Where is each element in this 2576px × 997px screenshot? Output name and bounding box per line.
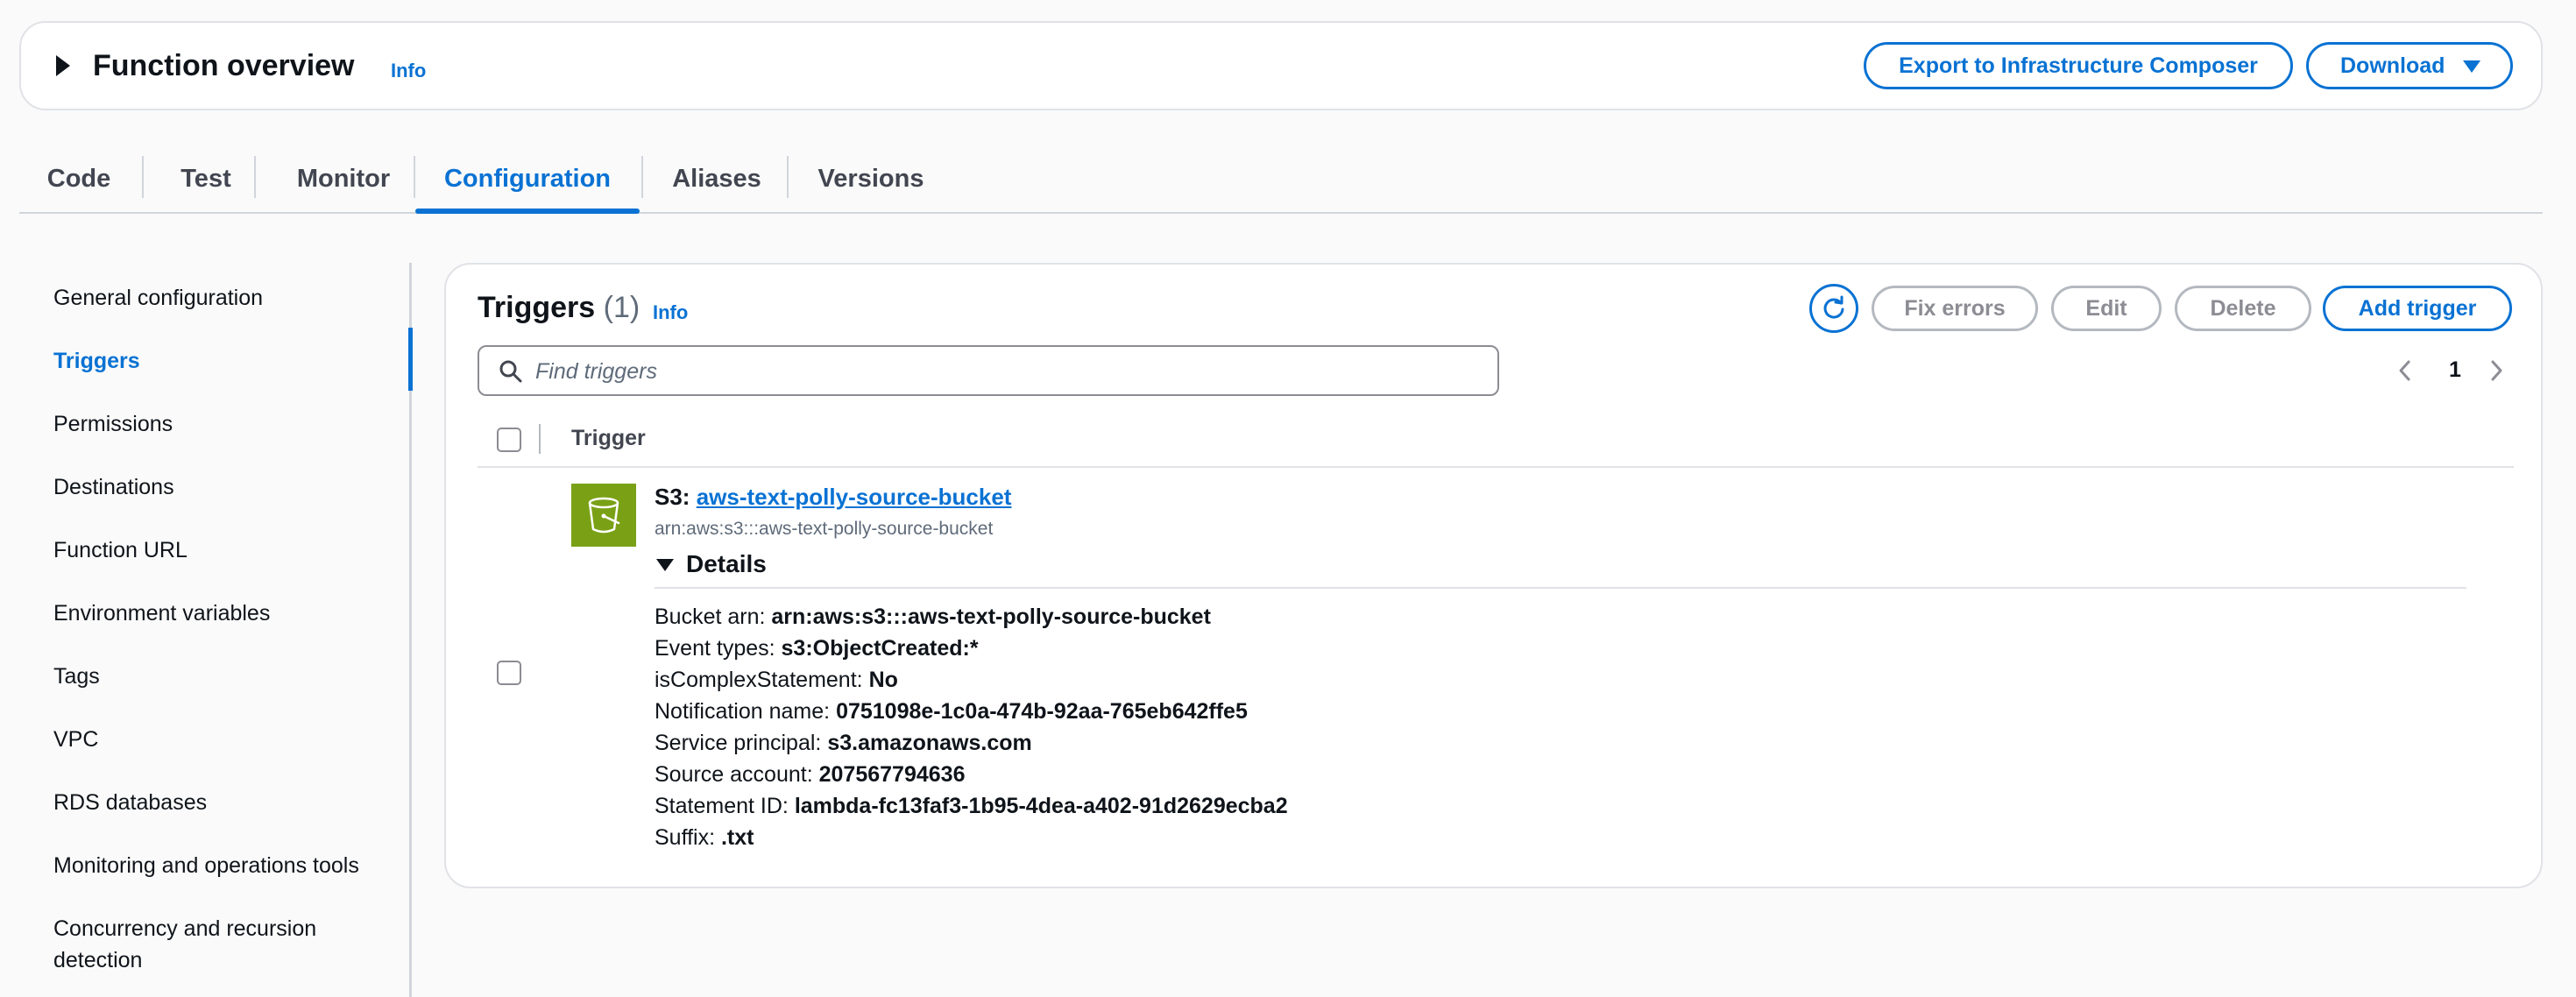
sidebar-item-monitoring-and-operations-tools[interactable]: Monitoring and operations tools [53,850,386,881]
refresh-button[interactable] [1809,284,1858,333]
column-divider [539,424,541,454]
sidebar-item-destinations[interactable]: Destinations [53,471,386,503]
details-divider [655,587,2466,589]
column-header-trigger: Trigger [571,426,646,450]
detail-service-principal: Service principal: s3.amazonaws.com [655,727,1288,759]
caret-down-icon [2463,60,2480,73]
detail-event-types: Event types: s3:ObjectCreated:* [655,633,1288,664]
sidebar-item-rds-databases[interactable]: RDS databases [53,787,386,818]
detail-key: Notification name: [655,699,831,724]
tab-test[interactable]: Test [158,145,254,212]
export-to-infrastructure-composer-button[interactable]: Export to Infrastructure Composer [1864,42,2293,89]
details-toggle[interactable]: Details [686,550,767,578]
add-trigger-button[interactable]: Add trigger [2323,286,2512,331]
page-number[interactable]: 1 [2449,357,2461,383]
triggers-info-link[interactable]: Info [653,301,688,324]
sidebar-item-vpc[interactable]: VPC [53,724,386,755]
details-caret-down-icon[interactable] [656,559,674,571]
fix-errors-button[interactable]: Fix errors [1872,286,2038,331]
detail-value: 207567794636 [818,762,966,787]
detail-statement-id: Statement ID: lambda-fc13faf3-1b95-4dea-… [655,790,1288,822]
search-box [478,345,1499,396]
trigger-type-prefix: S3: [655,484,690,510]
refresh-icon [1823,295,1844,319]
sidebar-item-triggers[interactable]: Triggers [53,345,386,377]
detail-key: isComplexStatement: [655,668,863,692]
tab-versions[interactable]: Versions [799,145,943,212]
detail-is-complex-statement: isComplexStatement: No [655,664,1288,696]
detail-key: Event types: [655,636,775,661]
trigger-details: Bucket arn: arn:aws:s3:::aws-text-polly-… [655,601,1288,853]
select-all-checkbox[interactable] [497,428,521,452]
trigger-name: S3: aws-text-polly-source-bucket [655,484,1011,511]
detail-key: Bucket arn: [655,605,766,629]
delete-button[interactable]: Delete [2175,286,2311,331]
detail-notification-name: Notification name: 0751098e-1c0a-474b-92… [655,696,1288,727]
sidebar-item-concurrency-and-recursion-detection[interactable]: Concurrency and recursion detection [53,913,378,976]
search-icon [499,360,522,383]
s3-bucket-icon [571,484,636,547]
table-header-divider [478,466,2514,468]
download-button[interactable]: Download [2306,42,2513,89]
configuration-side-nav: General configuration Triggers Permissio… [0,263,414,997]
sidebar-item-tags[interactable]: Tags [53,661,386,692]
detail-key: Source account: [655,762,813,787]
trigger-bucket-link[interactable]: aws-text-polly-source-bucket [697,484,1012,510]
overview-info-link[interactable]: Info [391,60,426,82]
bucket-icon [588,497,620,534]
sidebar-item-environment-variables[interactable]: Environment variables [53,597,386,629]
detail-value: arn:aws:s3:::aws-text-polly-source-bucke… [771,605,1211,629]
triggers-count: (1) [603,291,640,324]
tab-divider [641,156,643,198]
edit-button[interactable]: Edit [2051,286,2162,331]
sidebar-item-permissions[interactable]: Permissions [53,408,386,440]
triggers-title-text: Triggers [478,291,596,324]
detail-key: Service principal: [655,731,822,755]
detail-value: s3:ObjectCreated:* [781,636,979,661]
tab-divider [254,156,256,198]
detail-value: 0751098e-1c0a-474b-92aa-765eb642ffe5 [836,699,1248,724]
row-select-checkbox[interactable] [497,661,521,685]
page-title[interactable]: Function overview [93,49,355,83]
detail-value: s3.amazonaws.com [827,731,1032,755]
tab-divider [142,156,144,198]
chevron-left-icon[interactable] [2396,359,2414,382]
triggers-title: Triggers (1) [478,291,640,325]
function-overview-header: Function overview Info Export to Infrast… [19,21,2543,110]
detail-bucket-arn: Bucket arn: arn:aws:s3:::aws-text-polly-… [655,601,1288,633]
chevron-right-icon[interactable] [2488,359,2505,382]
detail-source-account: Source account: 207567794636 [655,759,1288,790]
detail-value: .txt [720,825,754,850]
tab-bar: Code Test Monitor Configuration Aliases … [19,145,2543,214]
download-button-label: Download [2340,53,2445,78]
tab-divider [787,156,789,198]
detail-value: No [868,668,898,692]
detail-suffix: Suffix: .txt [655,822,1288,853]
detail-key: Suffix: [655,825,716,850]
trigger-arn: arn:aws:s3:::aws-text-polly-source-bucke… [655,519,994,539]
tab-aliases[interactable]: Aliases [655,145,778,212]
expand-caret-icon[interactable] [56,55,70,76]
tab-monitor[interactable]: Monitor [273,145,414,212]
sidebar-item-function-url[interactable]: Function URL [53,534,386,566]
tab-configuration[interactable]: Configuration [415,145,640,214]
triggers-panel: Triggers (1) Info Fix errors Edit Delete… [444,263,2543,888]
nav-active-indicator [408,328,413,391]
tab-code[interactable]: Code [32,145,126,212]
detail-value: lambda-fc13faf3-1b95-4dea-a402-91d2629ec… [794,794,1288,818]
detail-key: Statement ID: [655,794,789,818]
sidebar-item-general-configuration[interactable]: General configuration [53,282,386,314]
search-input[interactable] [535,354,1482,389]
